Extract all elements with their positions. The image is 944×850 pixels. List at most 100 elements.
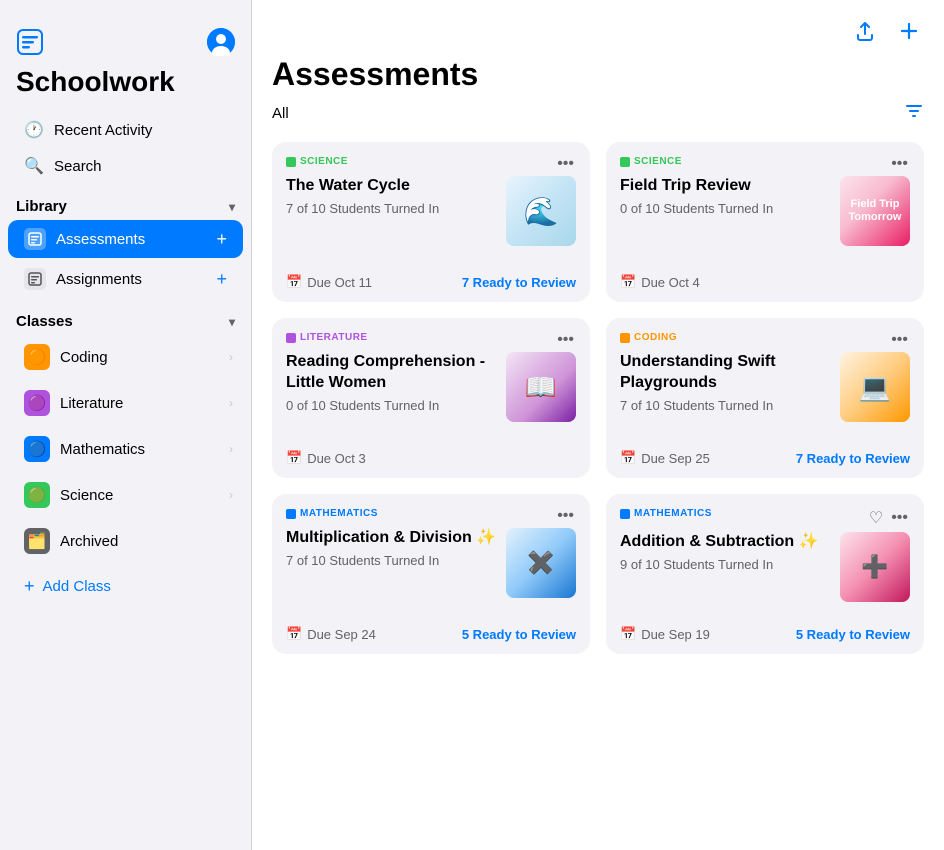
sidebar-logo-icon bbox=[16, 28, 44, 56]
card-multiplication[interactable]: MATHEMATICS ••• Multiplication & Divisio… bbox=[272, 494, 590, 654]
card-addition-body: Addition & Subtraction ✨ 9 of 10 Student… bbox=[620, 532, 910, 608]
add-class-plus-icon: + bbox=[24, 576, 35, 597]
card-addition-due: 📅 Due Sep 19 bbox=[620, 626, 710, 642]
add-class-button[interactable]: + Add Class bbox=[8, 566, 243, 607]
card-swift[interactable]: CODING ••• Understanding Swift Playgroun… bbox=[606, 318, 924, 478]
calendar-icon: 📅 bbox=[286, 274, 302, 290]
card-addition-title: Addition & Subtraction ✨ bbox=[620, 532, 832, 553]
avatar[interactable] bbox=[207, 28, 235, 56]
sidebar-item-coding[interactable]: 🟠 Coding › bbox=[8, 335, 243, 379]
main-scrollable: Assessments All SCIENCE ••• bbox=[252, 52, 944, 850]
card-field-trip-subject: SCIENCE bbox=[620, 156, 682, 167]
coding-class-icon: 🟠 bbox=[24, 344, 50, 370]
card-field-trip-due: 📅 Due Oct 4 bbox=[620, 274, 700, 290]
card-water-cycle-body: The Water Cycle 7 of 10 Students Turned … bbox=[286, 176, 576, 256]
coding-chevron-icon: › bbox=[229, 350, 233, 364]
calendar-icon-6: 📅 bbox=[620, 626, 636, 642]
classes-section-header[interactable]: Classes ▾ bbox=[0, 299, 251, 334]
card-multiplication-body: Multiplication & Division ✨ 7 of 10 Stud… bbox=[286, 528, 576, 608]
sidebar-top bbox=[0, 20, 251, 60]
archived-item-left: 🗂️ Archived bbox=[24, 528, 118, 554]
filter-label[interactable]: All bbox=[272, 105, 289, 122]
card-multiplication-more-button[interactable]: ••• bbox=[555, 508, 576, 524]
mathematics-chevron-icon: › bbox=[229, 442, 233, 456]
filter-icon[interactable] bbox=[904, 101, 924, 126]
add-class-label: Add Class bbox=[43, 578, 111, 595]
search-icon: 🔍 bbox=[24, 156, 44, 176]
cards-grid: SCIENCE ••• The Water Cycle 7 of 10 Stud… bbox=[272, 142, 924, 654]
science-dot-icon bbox=[286, 157, 296, 167]
card-field-trip-subtitle: 0 of 10 Students Turned In bbox=[620, 201, 832, 216]
library-header-label: Library bbox=[16, 198, 67, 215]
card-field-trip-title: Field Trip Review bbox=[620, 176, 832, 197]
card-multiplication-title: Multiplication & Division ✨ bbox=[286, 528, 498, 549]
science-label: Science bbox=[60, 487, 113, 504]
card-addition-heart-icon[interactable]: ♡ bbox=[869, 508, 883, 528]
card-water-cycle-info: The Water Cycle 7 of 10 Students Turned … bbox=[286, 176, 506, 216]
card-addition-top: MATHEMATICS ♡ ••• bbox=[620, 508, 910, 528]
card-addition-more-button[interactable]: ••• bbox=[889, 510, 910, 526]
calendar-icon-3: 📅 bbox=[286, 450, 302, 466]
sidebar-item-assignments[interactable]: Assignments + bbox=[8, 260, 243, 298]
card-water-cycle-more-button[interactable]: ••• bbox=[555, 156, 576, 172]
export-button[interactable] bbox=[850, 16, 880, 52]
card-swift-due: 📅 Due Sep 25 bbox=[620, 450, 710, 466]
literature-label: Literature bbox=[60, 395, 123, 412]
classes-chevron-icon: ▾ bbox=[229, 315, 235, 329]
add-new-button[interactable] bbox=[894, 16, 924, 52]
card-addition-footer: 📅 Due Sep 19 5 Ready to Review bbox=[620, 616, 910, 654]
page-title: Assessments bbox=[272, 52, 924, 93]
card-field-trip-thumbnail: Field TripTomorrow bbox=[840, 176, 910, 246]
assessments-icon bbox=[24, 228, 46, 250]
sidebar-item-literature[interactable]: 🟣 Literature › bbox=[8, 381, 243, 425]
card-swift-top: CODING ••• bbox=[620, 332, 910, 348]
card-water-cycle-review[interactable]: 7 Ready to Review bbox=[462, 275, 576, 290]
card-addition-subtitle: 9 of 10 Students Turned In bbox=[620, 557, 832, 572]
library-chevron-icon: ▾ bbox=[229, 200, 235, 214]
card-reading-subtitle: 0 of 10 Students Turned In bbox=[286, 398, 498, 413]
sidebar-item-search[interactable]: 🔍 Search bbox=[8, 148, 243, 184]
recent-activity-label: Recent Activity bbox=[54, 122, 152, 139]
sidebar-item-science[interactable]: 🟢 Science › bbox=[8, 473, 243, 517]
card-addition-review[interactable]: 5 Ready to Review bbox=[796, 627, 910, 642]
sidebar-item-assessments[interactable]: Assessments + bbox=[8, 220, 243, 258]
add-assessment-button[interactable]: + bbox=[210, 228, 233, 250]
filter-row: All bbox=[272, 101, 924, 126]
coding-label: Coding bbox=[60, 349, 108, 366]
sidebar-item-archived[interactable]: 🗂️ Archived bbox=[8, 519, 243, 563]
card-addition[interactable]: MATHEMATICS ♡ ••• Addition & Subtraction… bbox=[606, 494, 924, 654]
card-reading[interactable]: LITERATURE ••• Reading Comprehension - L… bbox=[272, 318, 590, 478]
card-reading-more-button[interactable]: ••• bbox=[555, 332, 576, 348]
card-water-cycle[interactable]: SCIENCE ••• The Water Cycle 7 of 10 Stud… bbox=[272, 142, 590, 302]
classes-header-label: Classes bbox=[16, 313, 73, 330]
card-addition-thumbnail: ➕ bbox=[840, 532, 910, 602]
card-reading-footer: 📅 Due Oct 3 bbox=[286, 440, 576, 478]
recent-activity-icon: 🕐 bbox=[24, 120, 44, 140]
card-swift-more-button[interactable]: ••• bbox=[889, 332, 910, 348]
sidebar-item-mathematics[interactable]: 🔵 Mathematics › bbox=[8, 427, 243, 471]
card-addition-info: Addition & Subtraction ✨ 9 of 10 Student… bbox=[620, 532, 840, 572]
coding-dot-icon bbox=[620, 333, 630, 343]
card-field-trip-top: SCIENCE ••• bbox=[620, 156, 910, 172]
card-swift-review[interactable]: 7 Ready to Review bbox=[796, 451, 910, 466]
calendar-icon-2: 📅 bbox=[620, 274, 636, 290]
card-field-trip[interactable]: SCIENCE ••• Field Trip Review 0 of 10 St… bbox=[606, 142, 924, 302]
card-swift-subtitle: 7 of 10 Students Turned In bbox=[620, 398, 832, 413]
literature-dot-icon bbox=[286, 333, 296, 343]
assignments-item-left: Assignments bbox=[24, 268, 142, 290]
library-section-header[interactable]: Library ▾ bbox=[0, 184, 251, 219]
card-multiplication-review[interactable]: 5 Ready to Review bbox=[462, 627, 576, 642]
literature-class-icon: 🟣 bbox=[24, 390, 50, 416]
add-assignment-button[interactable]: + bbox=[210, 268, 233, 290]
card-water-cycle-due: 📅 Due Oct 11 bbox=[286, 274, 372, 290]
card-field-trip-more-button[interactable]: ••• bbox=[889, 156, 910, 172]
sidebar-item-recent-activity[interactable]: 🕐 Recent Activity bbox=[8, 112, 243, 148]
card-reading-due: 📅 Due Oct 3 bbox=[286, 450, 366, 466]
search-label: Search bbox=[54, 158, 102, 175]
literature-chevron-icon: › bbox=[229, 396, 233, 410]
card-multiplication-subtitle: 7 of 10 Students Turned In bbox=[286, 553, 498, 568]
card-reading-top: LITERATURE ••• bbox=[286, 332, 576, 348]
card-reading-body: Reading Comprehension - Little Women 0 o… bbox=[286, 352, 576, 432]
mathematics-dot-icon bbox=[286, 509, 296, 519]
card-water-cycle-thumbnail: 🌊 bbox=[506, 176, 576, 246]
